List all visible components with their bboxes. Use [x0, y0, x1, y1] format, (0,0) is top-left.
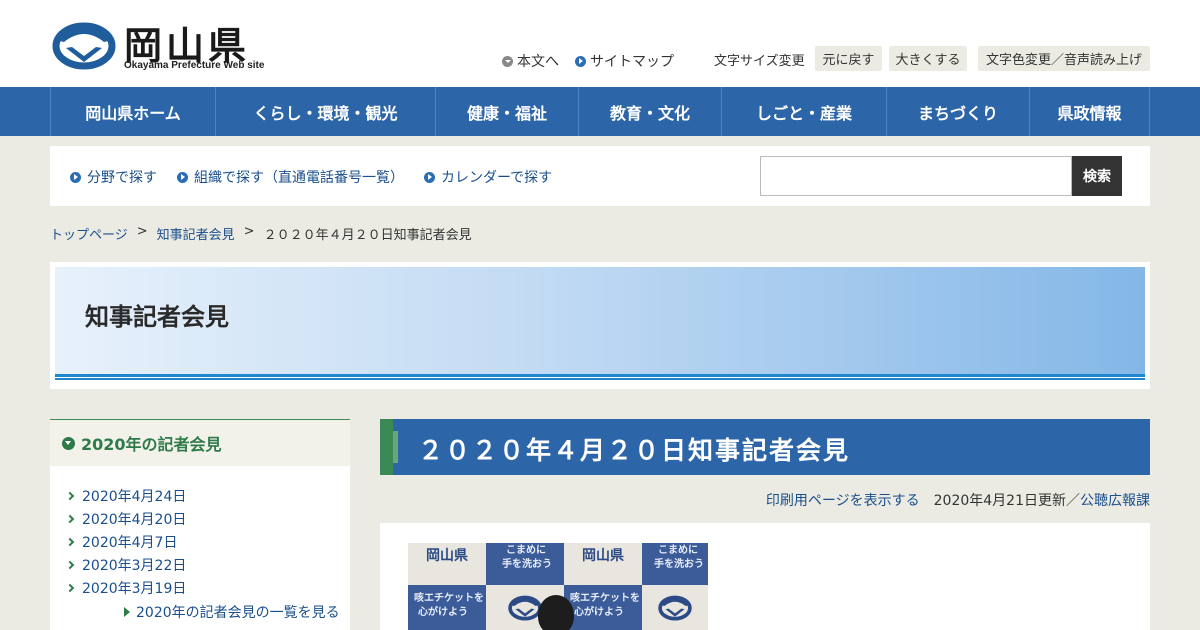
color-voice-button[interactable]: 文字色変更／音声読み上げ [978, 46, 1150, 71]
arrow-right-icon [575, 55, 586, 67]
sitemap-link-label: サイトマップ [590, 54, 674, 70]
side-nav-heading: 2020年の記者会見 [50, 420, 350, 466]
arrow-down-icon [502, 55, 513, 67]
breadcrumb-separator: > [243, 224, 255, 239]
side-nav-more-label: 2020年の記者会見の一覧を見る [136, 605, 340, 621]
backdrop-text: 手を洗おう [502, 559, 552, 570]
heading-accent-inner [393, 431, 398, 463]
search-by-field-link[interactable]: 分野で探す [70, 167, 157, 187]
category-banner: 知事記者会見 [50, 262, 1150, 389]
arrow-right-icon [70, 171, 81, 183]
gnav-item-health[interactable]: 健康・福祉 [435, 87, 578, 136]
site-logo[interactable]: 岡山県 Okayama Prefecture Web site [52, 18, 265, 74]
logo-subtitle: Okayama Prefecture Web site [124, 60, 265, 71]
okayama-emblem-icon [658, 595, 692, 621]
updated-date: 2020年4月21日更新／ [933, 493, 1080, 509]
search-input[interactable] [760, 156, 1072, 196]
gnav-item-living[interactable]: くらし・環境・観光 [215, 87, 435, 136]
backdrop-text: 岡山県 [426, 548, 468, 564]
backdrop-tile: 岡山県 [564, 543, 642, 585]
side-nav-item-label: 2020年3月19日 [82, 580, 187, 597]
backdrop-text: 手を洗おう [654, 559, 704, 570]
side-nav-heading-label: 2020年の記者会見 [81, 435, 222, 454]
backdrop-tile: 岡山県 [408, 543, 486, 585]
gnav-item-education[interactable]: 教育・文化 [578, 87, 721, 136]
governor-figure [538, 595, 574, 630]
backdrop-text: 心がけよう [574, 607, 624, 618]
side-nav-item[interactable]: 2020年3月19日 [65, 576, 187, 599]
page-meta: 印刷用ページを表示する 2020年4月21日更新／ 公聴広報課 [766, 490, 1150, 510]
breadcrumb-current: ２０２０年４月２０日知事記者会見 [263, 228, 472, 243]
search-bar: 分野で探す 組織で探す（直通電話番号一覧） カレンダーで探す 検索 [50, 146, 1150, 206]
breadcrumb-separator: > [136, 224, 148, 239]
skip-to-content-link[interactable]: 本文へ [502, 51, 559, 71]
backdrop-tile: こまめに 手を洗おう [642, 543, 708, 585]
side-nav-item-label: 2020年4月7日 [82, 534, 178, 551]
side-nav-list: 2020年4月24日 2020年4月20日 2020年4月7日 2020年3月2… [65, 484, 187, 599]
gnav-item-town[interactable]: まちづくり [886, 87, 1029, 136]
okayama-emblem-icon [508, 595, 542, 621]
backdrop-tile: 咳エチケットを 心がけよう [564, 585, 642, 630]
search-by-organization-link[interactable]: 組織で探す（直通電話番号一覧） [177, 167, 404, 187]
press-conference-photo: 岡山県 こまめに 手を洗おう 岡山県 こまめに 手を洗おう 咳エチケットを 心が… [408, 543, 708, 630]
side-nav-item[interactable]: 2020年4月20日 [65, 507, 187, 530]
backdrop-tile: 咳エチケットを 心がけよう [408, 585, 486, 630]
side-nav-item-label: 2020年3月22日 [82, 557, 187, 574]
global-nav: 岡山県ホーム くらし・環境・観光 健康・福祉 教育・文化 しごと・産業 まちづく… [0, 87, 1200, 136]
department-link[interactable]: 公聴広報課 [1080, 490, 1150, 510]
sitemap-link[interactable]: サイトマップ [575, 51, 674, 71]
search-button[interactable]: 検索 [1072, 156, 1122, 196]
chevron-right-icon [65, 491, 75, 500]
okayama-emblem-icon [52, 22, 116, 70]
gnav-item-government[interactable]: 県政情報 [1029, 87, 1150, 136]
category-title: 知事記者会見 [85, 303, 229, 331]
backdrop-tile [642, 585, 708, 630]
font-enlarge-button[interactable]: 大きくする [889, 46, 967, 71]
side-nav-item-label: 2020年4月24日 [82, 488, 187, 505]
search-by-calendar-link[interactable]: カレンダーで探す [424, 167, 552, 187]
chevron-right-icon [65, 583, 75, 592]
site-header: 岡山県 Okayama Prefecture Web site 本文へ サイトマ… [0, 0, 1200, 87]
backdrop-text: 心がけよう [418, 607, 468, 618]
triangle-right-icon [124, 607, 130, 617]
chevron-down-icon [62, 436, 75, 450]
chevron-right-icon [65, 560, 75, 569]
side-nav-item[interactable]: 2020年3月22日 [65, 553, 187, 576]
content-card: 岡山県 こまめに 手を洗おう 岡山県 こまめに 手を洗おう 咳エチケットを 心が… [380, 523, 1150, 630]
skip-link-label: 本文へ [517, 54, 559, 70]
arrow-right-icon [177, 171, 188, 183]
breadcrumb-press[interactable]: 知事記者会見 [157, 224, 235, 243]
side-nav-more-link[interactable]: 2020年の記者会見の一覧を見る [124, 602, 340, 622]
backdrop-text: 岡山県 [582, 548, 624, 564]
search-by-organization-label: 組織で探す（直通電話番号一覧） [194, 170, 404, 186]
gnav-item-home[interactable]: 岡山県ホーム [50, 87, 215, 136]
arrow-right-icon [424, 171, 435, 183]
side-nav: 2020年の記者会見 2020年4月24日 2020年4月20日 2020年4月… [50, 419, 350, 630]
font-reset-button[interactable]: 元に戻す [815, 46, 882, 71]
side-nav-item[interactable]: 2020年4月24日 [65, 484, 187, 507]
heading-accent [380, 419, 393, 475]
search-by-field-label: 分野で探す [87, 170, 157, 186]
chevron-right-icon [65, 514, 75, 523]
print-page-link[interactable]: 印刷用ページを表示する [766, 490, 920, 510]
category-banner-inner: 知事記者会見 [55, 267, 1145, 380]
side-nav-item[interactable]: 2020年4月7日 [65, 530, 186, 553]
backdrop-tile: こまめに 手を洗おう [486, 543, 564, 585]
breadcrumb-top[interactable]: トップページ [50, 224, 128, 243]
page-heading: ２０２０年４月２０日知事記者会見 [380, 419, 1150, 475]
backdrop-text: 咳エチケットを [570, 593, 640, 604]
chevron-right-icon [65, 537, 75, 546]
side-nav-item-label: 2020年4月20日 [82, 511, 187, 528]
page-title: ２０２０年４月２０日知事記者会見 [418, 436, 851, 465]
search-by-calendar-label: カレンダーで探す [441, 170, 553, 186]
breadcrumb: トップページ > 知事記者会見 > ２０２０年４月２０日知事記者会見 [50, 224, 472, 243]
backdrop-text: 咳エチケットを [414, 593, 484, 604]
gnav-item-work[interactable]: しごと・産業 [721, 87, 886, 136]
font-size-label: 文字サイズ変更 [714, 54, 805, 69]
